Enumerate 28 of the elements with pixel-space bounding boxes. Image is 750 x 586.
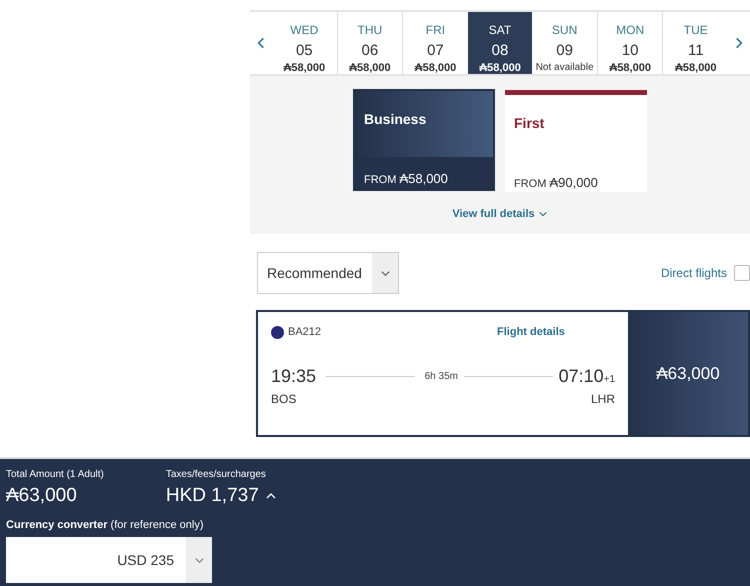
date-tab[interactable]: FRI 07 ₳58,000	[403, 12, 468, 74]
sort-dropdown[interactable]: Recommended	[257, 252, 399, 294]
total-label: Total Amount (1 Adult)	[6, 468, 104, 482]
total-amount: ₳63,000	[6, 484, 78, 508]
date-tab[interactable]: SUN 09 Not available	[532, 12, 597, 74]
taxes-label: Taxes/fees/surcharges	[166, 468, 267, 482]
date-tab[interactable]: TUE 11 ₳58,000	[663, 12, 728, 74]
arrival-time: 07:10+1	[558, 364, 616, 388]
date-tab[interactable]: MON 10 ₳58,000	[598, 12, 662, 74]
flight-number: BA212	[288, 325, 322, 340]
departure-time: 19:35	[271, 364, 316, 388]
departure-airport: BOS	[271, 390, 296, 408]
direct-flights-label: Direct flights	[660, 265, 727, 282]
cabin-card[interactable]: First FROM ₳90,000	[505, 90, 647, 192]
flight-details-link[interactable]: Flight details	[497, 324, 565, 340]
view-details-link[interactable]: View full details	[452, 206, 548, 222]
date-tab[interactable]: SAT 08 ₳58,000	[468, 12, 532, 74]
currency-dropdown[interactable]: USD 235	[6, 537, 212, 583]
date-tab[interactable]: THU 06 ₳58,000	[338, 12, 402, 74]
taxes-amount: HKD 1,737	[166, 484, 259, 508]
arrival-airport: LHR	[590, 390, 615, 408]
cabin-card[interactable]: Business FROM ₳58,000	[353, 89, 495, 191]
flight-duration: 6h 35m	[424, 370, 458, 384]
converter-label: Currency converter (for reference only)	[6, 518, 204, 532]
date-tab[interactable]: WED 05 ₳58,000	[272, 12, 337, 74]
airline-logo-icon	[271, 326, 284, 339]
direct-flights-checkbox[interactable]	[734, 265, 750, 281]
flight-price-button[interactable]: ₳63,000	[628, 312, 748, 435]
